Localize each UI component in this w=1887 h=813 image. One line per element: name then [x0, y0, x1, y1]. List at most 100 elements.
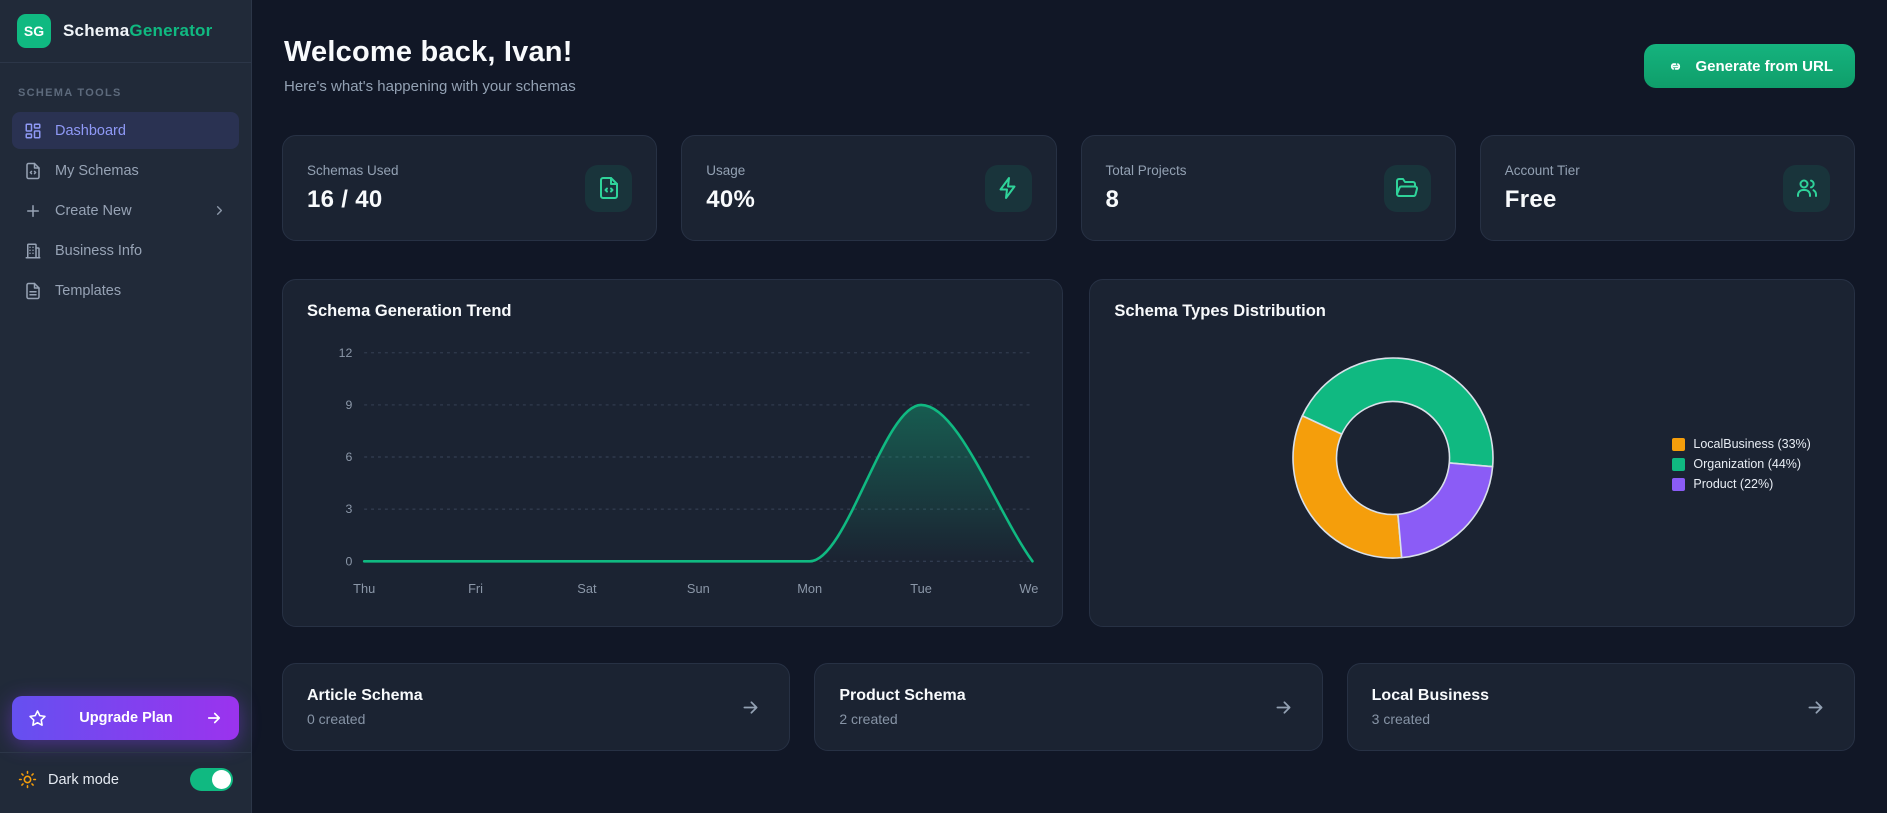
line-chart: 0 3 6 9 12 Thu Fri Sat Sun Mon Tue Wed	[307, 327, 1039, 603]
svg-text:0: 0	[345, 554, 352, 568]
arrow-right-icon	[207, 712, 221, 724]
svg-text:6: 6	[345, 450, 352, 464]
stat-label: Usage	[706, 162, 746, 178]
folder-icon	[1383, 164, 1431, 212]
quick-card-text: Article Schema 0 created	[307, 687, 423, 727]
line-chart-title: Schema Generation Trend	[307, 302, 512, 320]
legend-swatch	[1672, 437, 1686, 451]
chevron-right-icon	[216, 206, 223, 215]
sidebar-nav: Dashboard My Schemas Create New Business…	[0, 109, 251, 312]
app-title: SchemaGenerator	[63, 21, 212, 41]
arrow-right-icon[interactable]	[740, 697, 761, 718]
quick-card-subtitle: 3 created	[1371, 711, 1431, 727]
quick-card-subtitle: 0 created	[307, 711, 366, 727]
sidebar-item-my-schemas[interactable]: My Schemas	[12, 152, 239, 189]
sidebar-item-create-new[interactable]: Create New	[12, 192, 239, 229]
svg-text:9: 9	[345, 398, 352, 412]
sidebar-item-label: Dashboard	[55, 122, 126, 139]
quick-card-title: Product Schema	[839, 687, 966, 704]
svg-text:Thu: Thu	[353, 581, 375, 596]
stat-value: 8	[1105, 185, 1120, 213]
sidebar-item-label: Business Info	[55, 242, 143, 259]
quick-card-subtitle: 2 created	[839, 711, 898, 727]
svg-text:12: 12	[339, 346, 353, 360]
donut-chart: LocalBusiness (33%) Organization (44%) Pro…	[1114, 321, 1830, 597]
page-title: Welcome back, Ivan!	[284, 36, 573, 68]
bolt-icon	[984, 164, 1032, 212]
main-content: Welcome back, Ivan! Here's what's happen…	[252, 0, 1887, 813]
stat-label: Total Projects	[1105, 162, 1187, 178]
svg-text:Sat: Sat	[577, 581, 597, 596]
legend-item-organization: Organization (44%)	[1672, 457, 1810, 471]
stat-card-total-projects: Total Projects 8	[1080, 135, 1456, 241]
stat-label: Account Tier	[1504, 162, 1580, 178]
arrow-right-icon[interactable]	[1273, 697, 1294, 718]
stat-card-schemas-used: Schemas Used 16 / 40	[282, 135, 658, 241]
sidebar-item-label: My Schemas	[55, 162, 139, 179]
stat-label: Schemas Used	[307, 162, 399, 178]
sidebar-item-dashboard[interactable]: Dashboard	[12, 112, 239, 149]
app-logo: SG	[17, 14, 51, 48]
sidebar-bottom: Upgrade Plan Dark mode	[0, 684, 251, 813]
legend-label: Product (22%)	[1693, 477, 1774, 491]
quick-card-local-business[interactable]: Local Business 3 created	[1346, 663, 1855, 751]
toggle-knob	[212, 770, 231, 789]
star-icon	[29, 709, 46, 726]
donut-slice-localbusiness	[1292, 414, 1403, 559]
svg-text:Mon: Mon	[797, 581, 822, 596]
svg-text:Fri: Fri	[468, 581, 483, 596]
quick-cards-row: Article Schema 0 created Product Schema …	[282, 663, 1855, 751]
stat-value: 16 / 40	[307, 185, 383, 213]
charts-row: Schema Generation Trend 0 3 6 9 12 Thu Fri Sat S…	[282, 279, 1855, 627]
stat-card-usage: Usage 40%	[681, 135, 1057, 241]
brand-accent: Generator	[129, 21, 213, 40]
dark-mode-row: Dark mode	[0, 752, 251, 813]
page-header: Welcome back, Ivan! Here's what's happen…	[282, 30, 1855, 95]
sidebar-item-business-info[interactable]: Business Info	[12, 232, 239, 269]
legend-swatch	[1672, 477, 1686, 491]
svg-text:Tue: Tue	[910, 581, 932, 596]
building-icon	[25, 243, 41, 258]
quick-card-title: Local Business	[1371, 687, 1490, 704]
legend-item-localbusiness: LocalBusiness (33%)	[1672, 437, 1811, 451]
quick-card-text: Product Schema 2 created	[839, 687, 965, 727]
dark-mode-toggle[interactable]	[190, 768, 233, 791]
stats-row: Schemas Used 16 / 40 Usage 40% Total Pro…	[282, 135, 1855, 241]
donut-chart-card: Schema Types Distribution LocalBusiness …	[1089, 279, 1855, 627]
svg-text:Wed: Wed	[1019, 581, 1038, 596]
sidebar-item-templates[interactable]: Templates	[12, 272, 239, 309]
plus-icon	[27, 204, 39, 217]
generate-from-url-button[interactable]: Generate from URL	[1644, 44, 1855, 88]
donut-slice-product	[1397, 462, 1494, 559]
stat-text: Total Projects 8	[1106, 163, 1187, 214]
sun-icon	[18, 770, 37, 789]
donut-chart-title: Schema Types Distribution	[1114, 302, 1326, 320]
quick-card-article-schema[interactable]: Article Schema 0 created	[282, 663, 791, 751]
users-icon	[1783, 164, 1830, 212]
line-chart-card: Schema Generation Trend 0 3 6 9 12 Thu Fri Sat S…	[282, 279, 1064, 627]
sidebar-item-label: Templates	[55, 282, 122, 299]
logo-row: SG SchemaGenerator	[0, 0, 251, 63]
quick-card-product-schema[interactable]: Product Schema 2 created	[814, 663, 1323, 751]
quick-card-text: Local Business 3 created	[1372, 687, 1489, 727]
dashboard-grid-icon	[25, 123, 41, 138]
donut-svg	[1292, 357, 1495, 559]
stat-text: Schemas Used 16 / 40	[307, 163, 399, 214]
brand-primary: Schema	[63, 21, 130, 40]
stat-value: Free	[1504, 185, 1557, 213]
legend-label: Organization (44%)	[1693, 457, 1802, 471]
arrow-right-icon[interactable]	[1805, 697, 1826, 718]
svg-text:3: 3	[345, 502, 352, 516]
upgrade-plan-button[interactable]: Upgrade Plan	[12, 696, 239, 740]
upgrade-plan-label: Upgrade Plan	[79, 710, 173, 726]
link-icon	[1671, 62, 1681, 70]
file-text-icon	[26, 282, 40, 299]
svg-text:Sun: Sun	[687, 581, 710, 596]
stat-value: 40%	[706, 185, 756, 213]
file-code-icon	[585, 164, 633, 212]
generate-from-url-label: Generate from URL	[1695, 57, 1833, 75]
welcome-block: Welcome back, Ivan! Here's what's happen…	[282, 30, 576, 95]
stat-text: Usage 40%	[706, 163, 755, 214]
sidebar-section-label: SCHEMA TOOLS	[18, 87, 122, 99]
dark-mode-label: Dark mode	[48, 771, 119, 788]
